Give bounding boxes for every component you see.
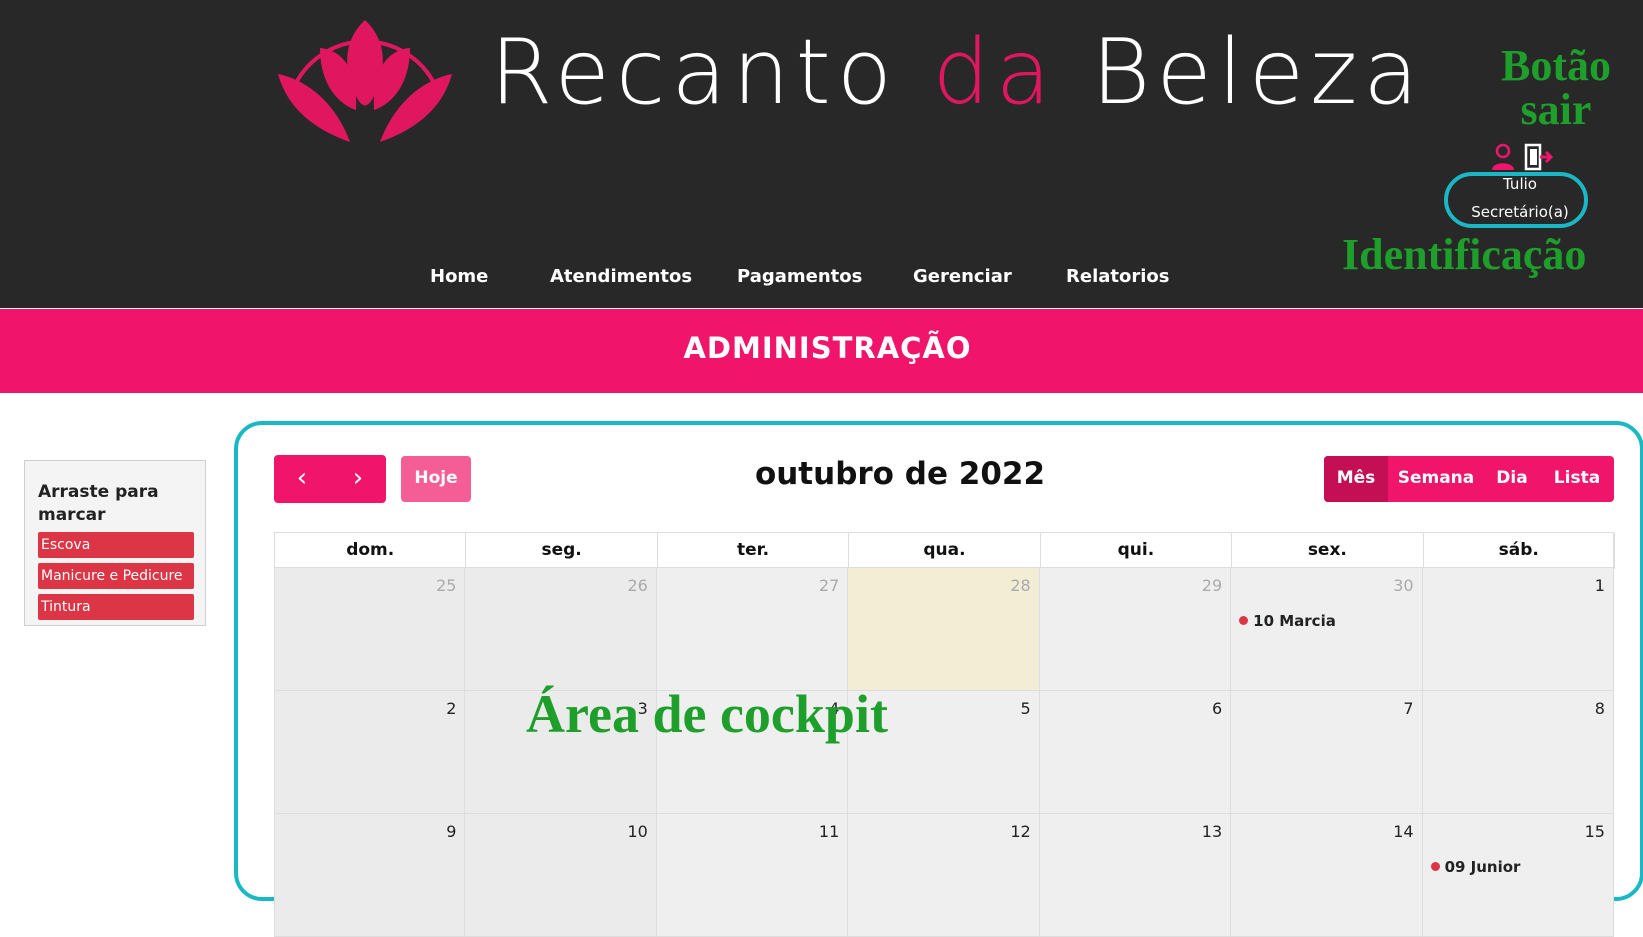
day-of-week-header: seg. [466, 533, 658, 569]
event-dot-icon [1239, 616, 1249, 625]
days-of-week-header: dom. seg. ter. qua. qui. sex. sáb. [274, 532, 1615, 569]
day-number: 10 [627, 822, 648, 841]
calendar-day-cell[interactable]: 1 [1422, 568, 1614, 691]
day-number: 13 [1201, 822, 1223, 841]
chevron-right-icon: › [352, 463, 364, 493]
day-number: 29 [1201, 576, 1223, 595]
day-number: 6 [1211, 699, 1223, 718]
calendar-day-cell[interactable]: 11 [656, 814, 849, 937]
calendar-day-cell[interactable]: 7 [1231, 691, 1423, 814]
view-switcher: Mês Semana Dia Lista [1324, 456, 1614, 502]
drag-item-tintura[interactable]: Tintura [38, 594, 194, 620]
calendar-day-cell[interactable]: 29 [1039, 568, 1232, 691]
annotation-exit-button: Botão sair [1501, 41, 1611, 134]
day-number: 14 [1393, 822, 1414, 841]
calendar-day-cell[interactable]: 6 [1039, 691, 1232, 814]
calendar-day-cell[interactable]: 12 [848, 814, 1040, 937]
view-day-button[interactable]: Dia [1484, 456, 1540, 502]
annotation-cockpit-area: Área de cockpit [526, 684, 888, 744]
day-of-week-header: dom. [275, 533, 467, 569]
day-number: 15 [1584, 822, 1605, 841]
calendar-day-cell[interactable]: 14 [1231, 814, 1423, 937]
day-number: 7 [1403, 699, 1414, 718]
calendar-event[interactable]: 09 Junior [1430, 858, 1521, 876]
view-month-button[interactable]: Mês [1324, 456, 1388, 502]
day-number: 28 [1010, 576, 1031, 595]
calendar-title: outubro de 2022 [754, 456, 1046, 492]
event-label: 09 Junior [1444, 858, 1521, 876]
day-number: 9 [446, 822, 457, 841]
identification-highlight [1444, 172, 1588, 228]
page-banner: ADMINISTRAÇÃO [0, 309, 1643, 393]
day-of-week-header: ter. [658, 533, 850, 569]
annotation-identification: Identificação [1342, 230, 1587, 279]
calendar-day-cell[interactable]: 28 [848, 568, 1040, 691]
nav-home[interactable]: Home [430, 266, 488, 287]
drag-item-manicure-pedicure[interactable]: Manicure e Pedicure [38, 563, 194, 589]
nav-pagamentos[interactable]: Pagamentos [737, 266, 862, 287]
day-number: 2 [446, 699, 457, 718]
chevron-left-icon: ‹ [296, 463, 308, 493]
drag-panel-title: Arraste para marcar [38, 482, 159, 525]
calendar-day-cell[interactable]: 30 10 Marcia [1231, 568, 1423, 691]
calendar-day-cell[interactable]: 2 [274, 691, 466, 814]
day-number: 30 [1393, 576, 1414, 595]
lotus-logo-icon [278, 20, 452, 142]
day-number: 11 [818, 822, 840, 841]
day-number: 27 [818, 576, 840, 595]
event-dot-icon [1430, 862, 1440, 871]
calendar-day-cell[interactable]: 15 09 Junior [1422, 814, 1614, 937]
page-title: ADMINISTRAÇÃO [683, 331, 972, 365]
day-of-week-header: qua. [849, 533, 1041, 569]
nav-gerenciar[interactable]: Gerenciar [913, 266, 1012, 287]
view-list-button[interactable]: Lista [1540, 456, 1614, 502]
event-label: 10 Marcia [1253, 612, 1336, 630]
day-number: 26 [627, 576, 648, 595]
day-of-week-header: sáb. [1424, 533, 1615, 569]
day-number: 8 [1594, 699, 1605, 718]
today-button[interactable]: Hoje [401, 456, 471, 502]
exit-icon[interactable] [1524, 143, 1554, 171]
calendar-day-cell[interactable]: 13 [1039, 814, 1232, 937]
day-of-week-header: sex. [1232, 533, 1424, 569]
calendar-event[interactable]: 10 Marcia [1239, 612, 1336, 630]
calendar-day-cell[interactable]: 27 [656, 568, 849, 691]
calendar-day-cell[interactable]: 10 [465, 814, 657, 937]
calendar-day-cell[interactable]: 8 [1422, 691, 1614, 814]
brand-title: Recanto da Beleza [490, 20, 1425, 125]
calendar-nav-group: ‹ › [274, 455, 386, 503]
app-header: Recanto da Beleza Botão sair Tulio Secret… [0, 0, 1643, 308]
nav-relatorios[interactable]: Relatorios [1066, 266, 1169, 287]
day-number: 5 [1020, 699, 1031, 718]
day-number: 25 [436, 576, 457, 595]
day-of-week-header: qui. [1041, 533, 1233, 569]
view-week-button[interactable]: Semana [1388, 456, 1484, 502]
nav-atendimentos[interactable]: Atendimentos [550, 266, 692, 287]
user-icon [1492, 143, 1514, 170]
calendar-day-cell[interactable]: 25 [274, 568, 466, 691]
prev-month-button[interactable]: ‹ [274, 455, 330, 503]
calendar-day-cell[interactable]: 9 [274, 814, 466, 937]
day-number: 12 [1010, 822, 1031, 841]
draggable-services-panel: Arraste para marcar Escova Manicure e Pe… [24, 460, 206, 626]
day-number: 1 [1594, 576, 1605, 595]
calendar-day-cell[interactable]: 26 [465, 568, 657, 691]
drag-item-escova[interactable]: Escova [38, 532, 194, 558]
next-month-button[interactable]: › [330, 455, 386, 503]
